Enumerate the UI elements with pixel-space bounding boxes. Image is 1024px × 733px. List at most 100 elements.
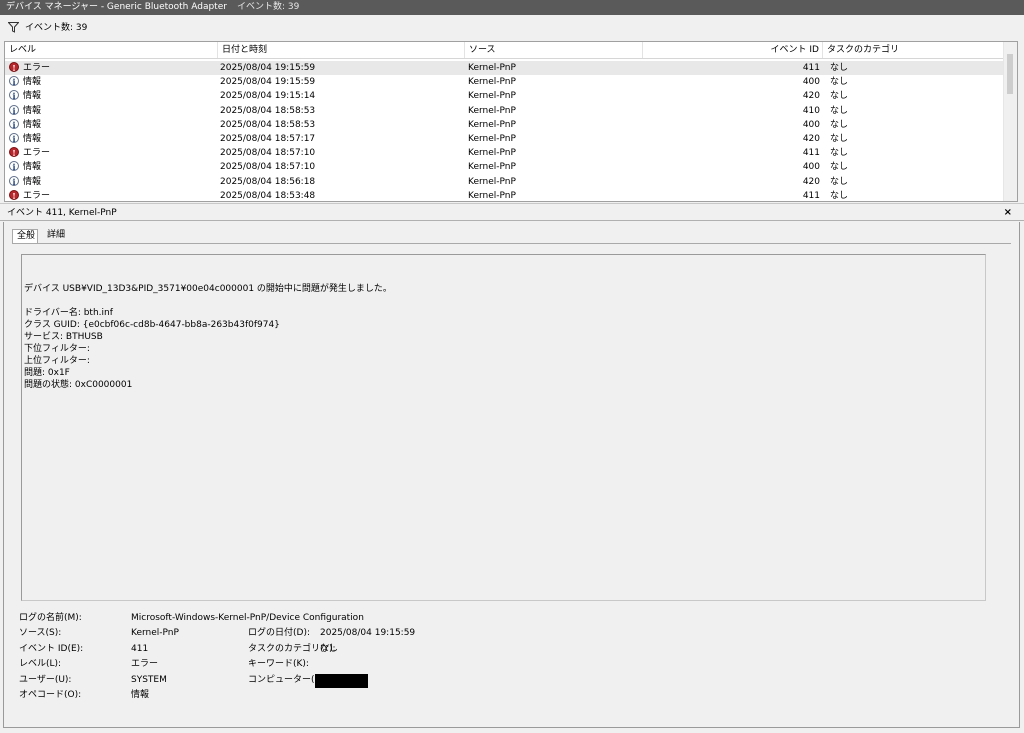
row-date: 2025/08/04 19:15:59: [220, 77, 316, 88]
table-row[interactable]: ! エラー 2025/08/04 19:15:59 Kernel-PnP 411 なし: [5, 61, 1005, 75]
logged-value[interactable]: 2025/08/04 19:15:59: [320, 627, 415, 639]
table-row[interactable]: ! エラー 2025/08/04 18:53:48 Kernel-PnP 411 なし: [5, 189, 1005, 201]
task-category-value[interactable]: なし: [320, 643, 338, 655]
opcode-label: オペコード(O):: [19, 690, 82, 700]
row-level: 情報: [23, 119, 42, 130]
computer-value-redacted: [315, 674, 368, 688]
log-name-label: ログの名前(M):: [19, 613, 82, 623]
row-date: 2025/08/04 18:57:10: [220, 162, 316, 173]
description-line: 下位フィルター:: [24, 344, 90, 354]
row-date: 2025/08/04 18:57:10: [220, 148, 316, 159]
row-task-category: なし: [830, 91, 849, 102]
description-line: 上位フィルター:: [24, 356, 90, 366]
detail-border-right: [1019, 222, 1020, 727]
table-row[interactable]: i 情報 2025/08/04 18:57:17 Kernel-PnP 420 なし: [5, 132, 1005, 146]
row-event-id: 411: [802, 190, 820, 201]
table-row[interactable]: i 情報 2025/08/04 19:15:59 Kernel-PnP 400 なし: [5, 75, 1005, 89]
row-source: Kernel-PnP: [468, 148, 516, 159]
filter-icon[interactable]: [7, 22, 20, 33]
row-level: 情報: [23, 77, 42, 88]
source-label: ソース(S):: [19, 628, 62, 638]
table-row[interactable]: i 情報 2025/08/04 18:58:53 Kernel-PnP 410 なし: [5, 104, 1005, 118]
row-level: エラー: [23, 190, 51, 201]
row-source: Kernel-PnP: [468, 63, 516, 73]
row-source: Kernel-PnP: [468, 176, 516, 187]
table-row[interactable]: i 情報 2025/08/04 18:56:18 Kernel-PnP 420 なし: [5, 175, 1005, 189]
event-list[interactable]: レベル 日付と時刻 ソース イベント ID タスクのカテゴリ ! エラー 2025/…: [4, 41, 1018, 202]
row-event-id: 411: [802, 63, 820, 73]
row-source: Kernel-PnP: [468, 190, 516, 201]
row-level: 情報: [23, 105, 42, 116]
level-value[interactable]: エラー: [131, 658, 158, 670]
column-header-event-id[interactable]: イベント ID: [643, 42, 823, 58]
row-level: 情報: [23, 162, 42, 173]
row-event-id: 420: [802, 134, 820, 144]
row-task-category: なし: [830, 148, 849, 159]
row-task-category: なし: [830, 162, 849, 173]
info-icon: i: [9, 175, 19, 187]
close-icon[interactable]: ×: [1004, 205, 1012, 221]
column-header-source[interactable]: ソース: [465, 42, 643, 58]
level-label: レベル(L):: [19, 659, 62, 669]
window-title: デバイス マネージャー - Generic Bluetooth Adapter: [6, 2, 227, 12]
row-source: Kernel-PnP: [468, 119, 516, 130]
row-date: 2025/08/04 18:58:53: [220, 119, 316, 130]
description-line: ドライバー名: bth.inf: [24, 308, 113, 318]
info-icon: i: [9, 76, 19, 87]
logged-label: ログの日付(D):: [248, 628, 310, 638]
info-icon: i: [9, 161, 19, 172]
column-header-date[interactable]: 日付と時刻: [218, 42, 465, 58]
row-task-category: なし: [830, 63, 849, 73]
row-task-category: なし: [830, 176, 849, 187]
user-value[interactable]: SYSTEM: [131, 674, 167, 686]
filter-bar: イベント数: 39: [0, 15, 1024, 41]
window-event-count: イベント数: 39: [236, 2, 300, 12]
tab-underline: [12, 243, 1011, 244]
description-line: サービス: BTHUSB: [24, 332, 103, 342]
row-event-id: 400: [802, 77, 820, 88]
row-event-id: 420: [802, 176, 820, 187]
description-line: クラス GUID: {e0cbf06c-cd8b-4647-bb8a-263b4…: [24, 320, 280, 330]
row-level: 情報: [23, 134, 42, 144]
user-label: ユーザー(U):: [19, 675, 72, 685]
table-row[interactable]: i 情報 2025/08/04 18:58:53 Kernel-PnP 400 なし: [5, 118, 1005, 132]
row-date: 2025/08/04 19:15:59: [220, 63, 316, 73]
column-header-level[interactable]: レベル: [5, 42, 218, 58]
info-icon: i: [9, 118, 19, 130]
table-row[interactable]: i 情報 2025/08/04 19:15:14 Kernel-PnP 420 なし: [5, 89, 1005, 103]
row-date: 2025/08/04 18:56:18: [220, 176, 316, 187]
info-icon: i: [9, 104, 19, 116]
description-line: デバイス USB¥VID_13D3&PID_3571¥00e04c000001 …: [24, 284, 392, 294]
detail-pane-header: イベント 411, Kernel-PnP ×: [0, 205, 1024, 221]
row-task-category: なし: [830, 77, 849, 88]
row-level: 情報: [23, 176, 42, 187]
pane-splitter[interactable]: [0, 203, 1024, 204]
description-line: 問題の状態: 0xC0000001: [24, 380, 133, 390]
row-level: エラー: [23, 148, 51, 159]
event-list-scrollbar[interactable]: [1003, 42, 1017, 201]
detail-border-bottom: [3, 727, 1020, 728]
event-list-header: レベル 日付と時刻 ソース イベント ID タスクのカテゴリ: [5, 42, 1005, 59]
table-row[interactable]: i 情報 2025/08/04 18:57:10 Kernel-PnP 400 なし: [5, 160, 1005, 174]
row-task-category: なし: [830, 190, 849, 201]
info-icon: i: [9, 133, 19, 144]
event-id-value[interactable]: 411: [131, 643, 148, 655]
event-id-label: イベント ID(E):: [19, 644, 84, 654]
row-event-id: 400: [802, 119, 820, 130]
scrollbar-thumb[interactable]: [1007, 54, 1013, 94]
column-header-task-category[interactable]: タスクのカテゴリ: [823, 42, 1005, 58]
tab-general[interactable]: 全般: [12, 229, 38, 244]
row-task-category: なし: [830, 119, 849, 130]
row-date: 2025/08/04 19:15:14: [220, 91, 316, 102]
source-value[interactable]: Kernel-PnP: [131, 627, 179, 639]
row-source: Kernel-PnP: [468, 77, 516, 88]
tab-details[interactable]: 詳細: [43, 229, 73, 243]
event-description[interactable]: デバイス USB¥VID_13D3&PID_3571¥00e04c000001 …: [21, 254, 986, 601]
opcode-value[interactable]: 情報: [131, 689, 149, 701]
table-row[interactable]: ! エラー 2025/08/04 18:57:10 Kernel-PnP 411 なし: [5, 146, 1005, 160]
row-task-category: なし: [830, 134, 849, 144]
filter-event-count: イベント数: 39: [25, 23, 88, 33]
window-title-bar: デバイス マネージャー - Generic Bluetooth Adapter イ…: [0, 0, 1024, 15]
log-name-value[interactable]: Microsoft-Windows-Kernel-PnP/Device Conf…: [131, 612, 364, 624]
row-level: 情報: [23, 91, 42, 102]
